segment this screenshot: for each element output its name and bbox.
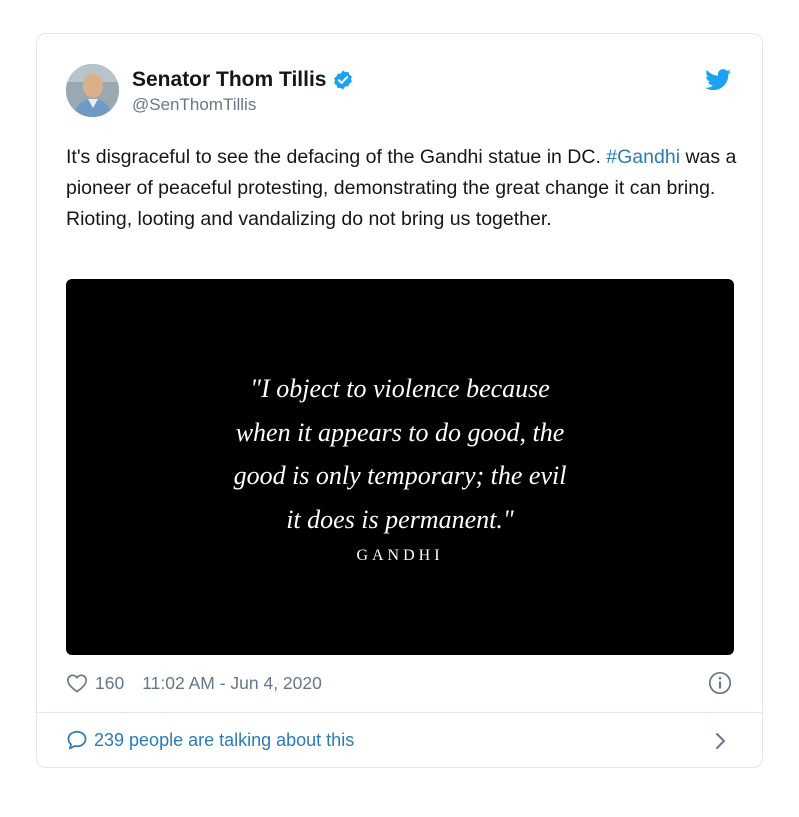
conversation-link[interactable]: 239 people are talking about this <box>66 728 354 752</box>
avatar[interactable] <box>66 64 119 117</box>
tweet-meta: 160 11:02 AM - Jun 4, 2020 <box>66 671 322 695</box>
divider <box>37 712 762 713</box>
verified-badge-icon <box>334 70 353 90</box>
tweet-text-part: It's disgraceful to see the defacing of … <box>66 146 607 168</box>
media-image[interactable]: "I object to violence because when it ap… <box>66 279 734 655</box>
quote-line: it does is permanent." <box>286 504 514 534</box>
like-count[interactable]: 160 <box>95 671 124 695</box>
author-name[interactable]: Senator Thom Tillis <box>132 68 326 92</box>
quote-line: good is only temporary; the evil <box>233 461 567 490</box>
tweet-text: It's disgraceful to see the defacing of … <box>66 142 746 235</box>
twitter-bird-icon[interactable] <box>705 69 732 91</box>
quote-text: "I object to violence because when it ap… <box>66 367 734 541</box>
quote-author: GANDHI <box>356 547 444 564</box>
conversation-label[interactable]: 239 people are talking about this <box>94 728 354 752</box>
chevron-right-icon[interactable] <box>713 732 727 750</box>
hashtag-link[interactable]: #Gandhi <box>606 146 680 168</box>
quote-line: when it appears to do good, the <box>235 417 565 447</box>
heart-icon[interactable] <box>66 673 88 693</box>
info-icon[interactable] <box>708 671 732 695</box>
author-handle[interactable]: @SenThomTillis <box>132 95 256 115</box>
timestamp[interactable]: 11:02 AM - Jun 4, 2020 <box>142 671 322 695</box>
tweet-card[interactable]: Senator Thom Tillis @SenThomTillis It's … <box>36 33 763 768</box>
quote-line: "I object to violence because <box>250 374 550 403</box>
speech-bubble-icon <box>67 730 87 750</box>
